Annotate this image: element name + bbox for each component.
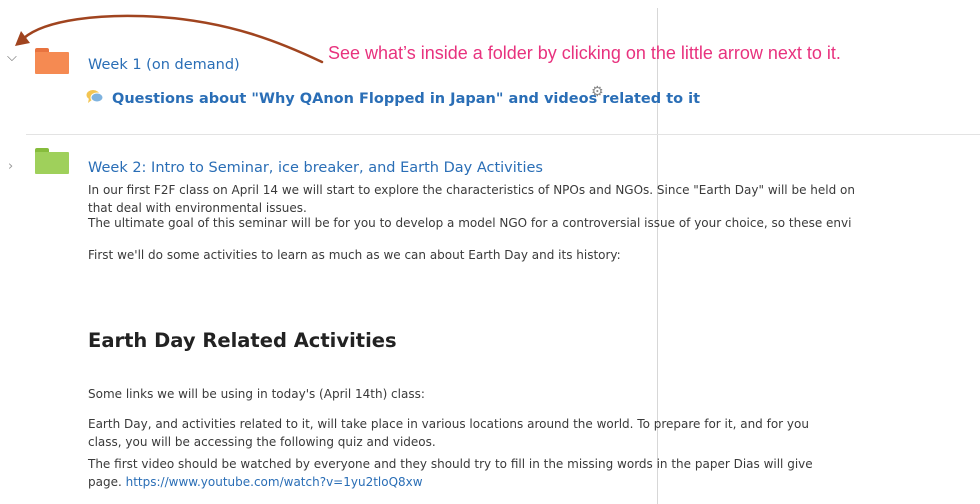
video-link[interactable]: https://www.youtube.com/watch?v=1yu2tloQ… <box>126 475 423 489</box>
section-divider <box>26 134 980 135</box>
folder-icon-week1 <box>35 48 69 74</box>
paragraph-activities: First we'll do some activities to learn … <box>88 248 621 262</box>
chevron-down-icon[interactable]: ⌵ <box>7 50 17 65</box>
gear-icon: ⚙ <box>591 84 604 100</box>
paragraph-links: Some links we will be using in today's (… <box>88 387 425 401</box>
section-title-week1[interactable]: Week 1 (on demand) <box>88 57 240 73</box>
annotation-text: See what’s inside a folder by clicking o… <box>328 43 841 63</box>
section-title-week2[interactable]: Week 2: Intro to Seminar, ice breaker, a… <box>88 160 543 176</box>
paragraph-intro: In our first F2F class on April 14 we wi… <box>88 183 855 215</box>
chevron-right-icon[interactable]: › <box>8 159 13 174</box>
folder-icon-week2 <box>35 148 69 174</box>
section-heading: Earth Day Related Activities <box>88 329 397 352</box>
paragraph-goal: The ultimate goal of this seminar will b… <box>88 216 852 230</box>
paragraph-earth-day: Earth Day, and activities related to it,… <box>88 417 809 449</box>
forum-link-week1[interactable]: Questions about "Why QAnon Flopped in Ja… <box>112 91 700 107</box>
forum-speech-bubbles-icon <box>86 90 104 103</box>
paragraph-first-video: The first video should be watched by eve… <box>88 457 813 489</box>
